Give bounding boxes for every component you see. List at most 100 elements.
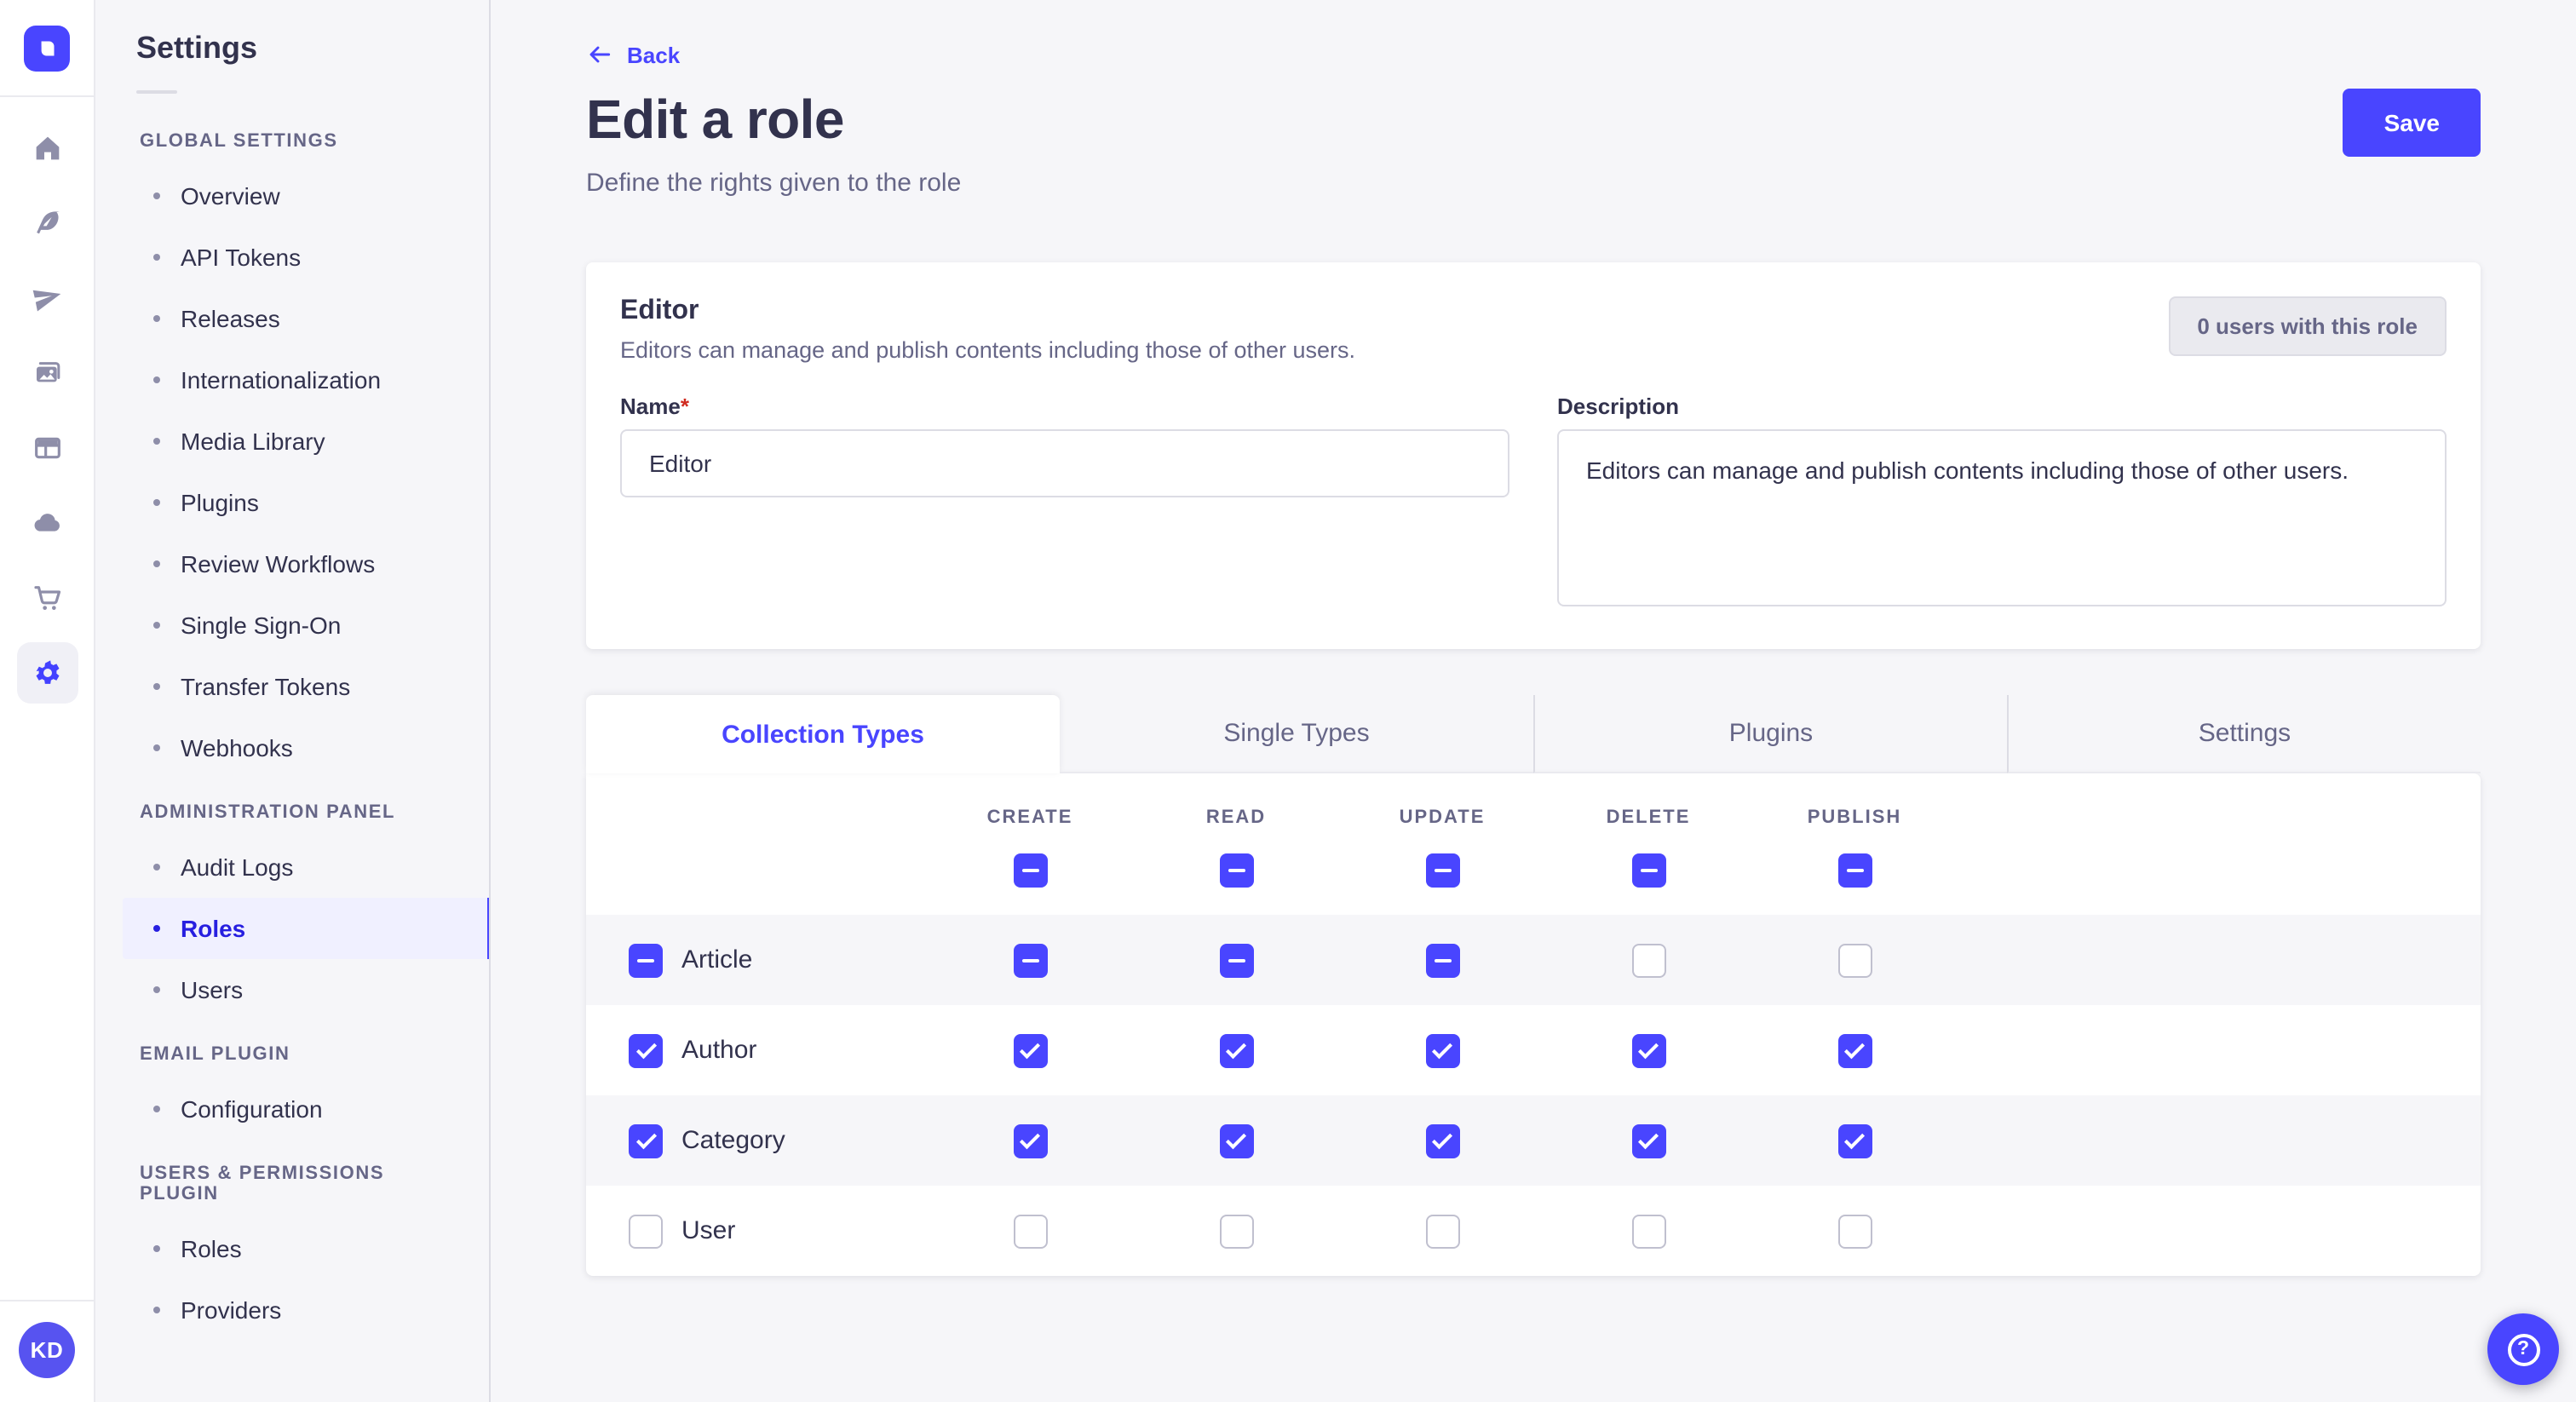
author-delete-checkbox[interactable] [1631,1033,1665,1067]
author-read-checkbox[interactable] [1219,1033,1253,1067]
role-name-heading: Editor [620,296,1355,327]
bullet-icon [153,622,160,629]
subnav-divider [136,90,177,94]
subnav-item-api-tokens[interactable]: API Tokens [123,227,489,288]
users-with-role-badge[interactable]: 0 users with this role [2168,296,2447,356]
category-read-checkbox[interactable] [1219,1123,1253,1158]
subnav-item-up-providers[interactable]: Providers [123,1279,489,1341]
bullet-icon [153,376,160,383]
strapi-logo[interactable] [24,25,70,71]
name-field-group: Name* [620,394,1509,615]
subnav-item-roles[interactable]: Roles [123,898,489,959]
subnav-item-up-roles[interactable]: Roles [123,1218,489,1279]
table-row-article: Article [586,915,2481,1005]
select-all-delete-checkbox[interactable] [1631,853,1665,888]
app-shell: KD Settings GLOBAL SETTINGS Overview API… [0,0,2576,1402]
user-read-checkbox[interactable] [1219,1214,1253,1248]
subnav-title: Settings [95,31,489,66]
author-publish-checkbox[interactable] [1837,1033,1872,1067]
select-all-read-checkbox[interactable] [1219,853,1253,888]
row-label: Category [681,1126,785,1155]
cloud-icon[interactable] [16,492,78,554]
bullet-icon [153,864,160,871]
layout-icon[interactable] [16,417,78,479]
user-delete-checkbox[interactable] [1631,1214,1665,1248]
category-update-checkbox[interactable] [1425,1123,1459,1158]
subnav-item-users[interactable]: Users [123,959,489,1020]
article-delete-checkbox[interactable] [1631,943,1665,977]
subnav-item-review-workflows[interactable]: Review Workflows [123,533,489,595]
section-users-permissions-plugin: USERS & PERMISSIONS PLUGIN [95,1140,489,1218]
bullet-icon [153,560,160,567]
save-button[interactable]: Save [2343,89,2481,157]
subnav-item-overview[interactable]: Overview [123,165,489,227]
row-checkbox-article[interactable] [629,943,663,977]
row-label: Article [681,945,752,974]
role-details-card: Editor Editors can manage and publish co… [586,262,2481,649]
subnav-item-configuration[interactable]: Configuration [123,1078,489,1140]
subnav-item-internationalization[interactable]: Internationalization [123,349,489,411]
select-all-update-checkbox[interactable] [1425,853,1459,888]
pictures-icon[interactable] [16,342,78,404]
description-field-label: Description [1557,394,2447,419]
permissions-table-header: CREATE READ UPDATE DELETE PUBLISH [586,773,2481,915]
subnav-item-webhooks[interactable]: Webhooks [123,717,489,779]
gear-icon[interactable] [16,642,78,704]
question-mark-icon: ? [2507,1333,2539,1365]
bullet-icon [153,499,160,506]
author-update-checkbox[interactable] [1425,1033,1459,1067]
category-publish-checkbox[interactable] [1837,1123,1872,1158]
rail-user-area: KD [0,1300,94,1402]
subnav-item-releases[interactable]: Releases [123,288,489,349]
subnav-item-plugins[interactable]: Plugins [123,472,489,533]
subnav-item-single-sign-on[interactable]: Single Sign-On [123,595,489,656]
page-title: Edit a role [586,89,844,152]
user-update-checkbox[interactable] [1425,1214,1459,1248]
article-publish-checkbox[interactable] [1837,943,1872,977]
help-button[interactable]: ? [2487,1313,2559,1385]
feather-icon[interactable] [16,192,78,254]
paper-plane-icon[interactable] [16,267,78,329]
category-create-checkbox[interactable] [1013,1123,1047,1158]
row-label: Author [681,1036,756,1065]
permissions-tabs: Collection Types Single Types Plugins Se… [586,695,2481,773]
table-row-author: Author [586,1005,2481,1095]
article-update-checkbox[interactable] [1425,943,1459,977]
article-create-checkbox[interactable] [1013,943,1047,977]
description-field[interactable]: Editors can manage and publish contents … [1557,429,2447,606]
avatar[interactable]: KD [19,1322,75,1378]
cart-icon[interactable] [16,567,78,629]
table-row-user: User [586,1186,2481,1276]
tab-settings[interactable]: Settings [2007,695,2481,773]
row-checkbox-user[interactable] [629,1214,663,1248]
subnav-item-transfer-tokens[interactable]: Transfer Tokens [123,656,489,717]
select-all-publish-checkbox[interactable] [1837,853,1872,888]
article-read-checkbox[interactable] [1219,943,1253,977]
author-create-checkbox[interactable] [1013,1033,1047,1067]
row-checkbox-author[interactable] [629,1033,663,1067]
home-icon[interactable] [16,118,78,179]
user-create-checkbox[interactable] [1013,1214,1047,1248]
bullet-icon [153,1245,160,1252]
column-header-update: UPDATE [1400,807,1486,828]
required-asterisk: * [681,394,689,419]
main-nav-rail: KD [0,0,95,1402]
tab-single-types[interactable]: Single Types [1060,695,1533,773]
row-checkbox-category[interactable] [629,1123,663,1158]
page-subtitle: Define the rights given to the role [586,169,2481,198]
user-publish-checkbox[interactable] [1837,1214,1872,1248]
description-field-group: Description Editors can manage and publi… [1557,394,2447,615]
rail-logo-area [0,0,94,97]
select-all-create-checkbox[interactable] [1013,853,1047,888]
subnav-item-media-library[interactable]: Media Library [123,411,489,472]
name-field[interactable] [620,429,1509,497]
column-header-create: CREATE [987,807,1073,828]
back-link[interactable]: Back [586,41,680,68]
category-delete-checkbox[interactable] [1631,1123,1665,1158]
bullet-icon [153,1106,160,1112]
tab-plugins[interactable]: Plugins [1533,695,2007,773]
subnav-item-audit-logs[interactable]: Audit Logs [123,836,489,898]
rail-nav-icons [16,118,78,1300]
section-global-settings: GLOBAL SETTINGS [95,107,489,165]
tab-collection-types[interactable]: Collection Types [586,695,1060,773]
